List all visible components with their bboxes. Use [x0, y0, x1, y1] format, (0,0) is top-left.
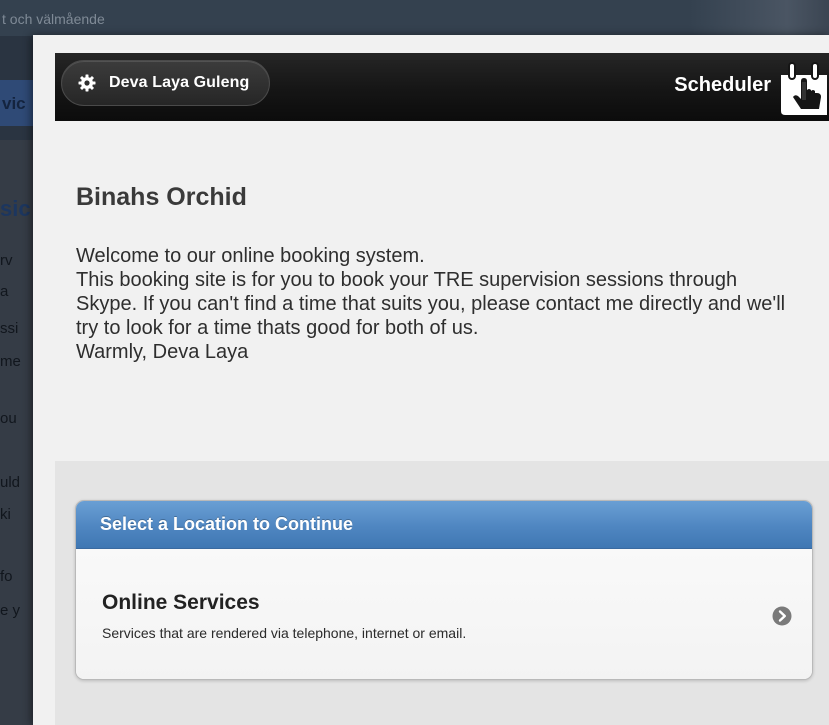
background-text-fragment: rv — [0, 252, 13, 269]
location-name: Online Services — [102, 591, 260, 614]
background-text-fragment: me — [0, 353, 21, 370]
scheduler-header: Deva Laya Guleng Scheduler — [55, 53, 829, 121]
calendar-hand-icon — [779, 59, 829, 117]
gear-icon — [78, 74, 96, 92]
location-panel-header: Select a Location to Continue — [76, 501, 812, 549]
background-nav-text: vic — [2, 94, 26, 113]
background-text-fragment: e y — [0, 602, 21, 619]
app-title: Scheduler — [674, 74, 771, 96]
business-name: Binahs Orchid — [76, 183, 247, 211]
chevron-right-icon[interactable] — [772, 606, 792, 626]
background-text-fragment: a — [0, 283, 9, 300]
user-menu-button[interactable]: Deva Laya Guleng — [61, 60, 271, 106]
background-heading: sic — [0, 196, 31, 221]
background-text-fragment: ssi — [0, 320, 19, 337]
location-description: Services that are rendered via telephone… — [102, 625, 467, 641]
scheduler-modal: Deva Laya Guleng Scheduler Binahs Orchid… — [33, 35, 829, 725]
location-item-online-services[interactable]: Online Services Services that are render… — [76, 549, 812, 679]
welcome-message: Welcome to our online booking system. Th… — [76, 245, 786, 363]
background-topbar: t och välmående — [0, 0, 829, 36]
background-glow — [689, 0, 829, 36]
background-text-fragment: ki — [0, 506, 11, 523]
background-text-fragment: ou — [0, 410, 17, 427]
background-topbar-text: t och välmående — [2, 11, 105, 27]
background-text-fragment: uld — [0, 474, 21, 491]
background-text-fragment: fo — [0, 568, 13, 585]
location-panel: Select a Location to Continue Online Ser… — [75, 500, 813, 680]
user-name: Deva Laya Guleng — [109, 74, 250, 91]
location-panel-title: Select a Location to Continue — [100, 514, 354, 534]
